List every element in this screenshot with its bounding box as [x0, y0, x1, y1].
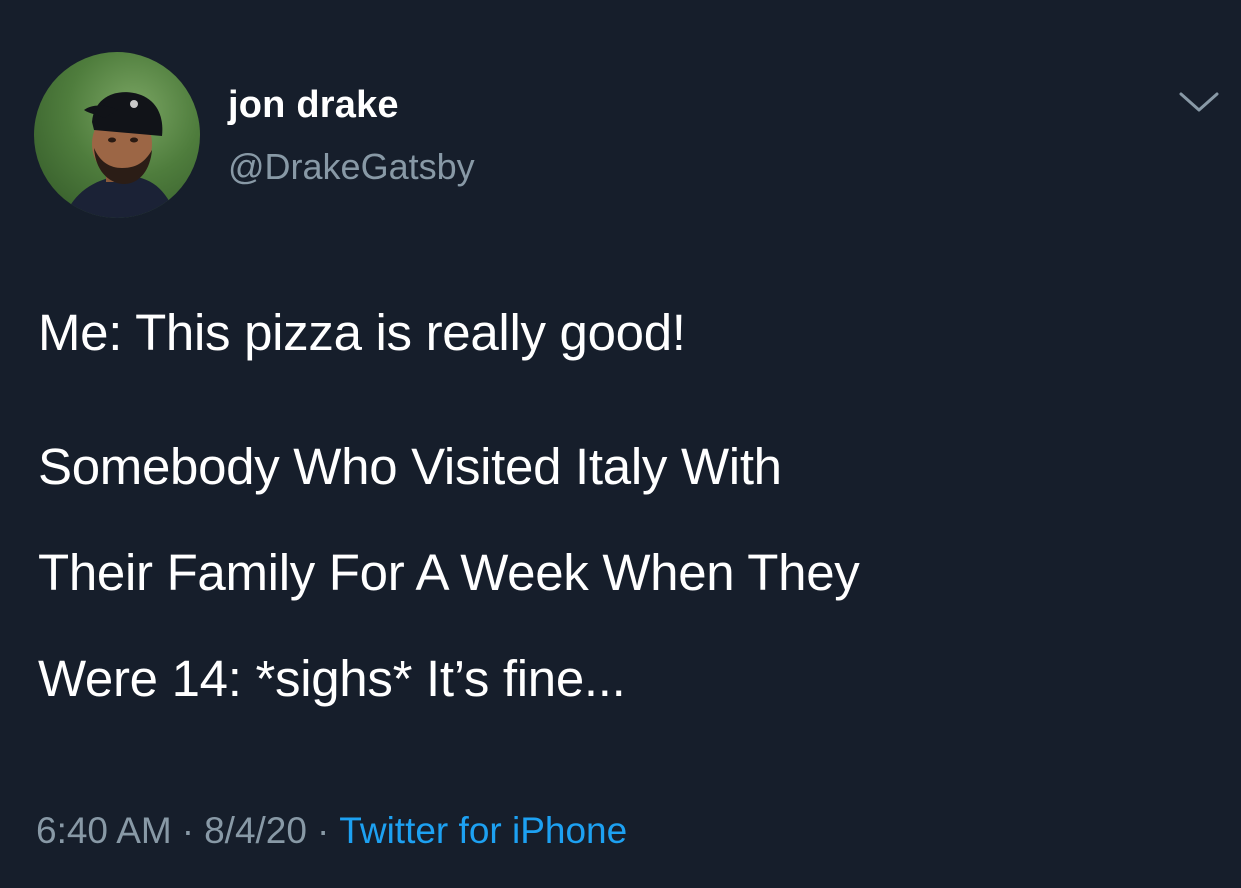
tweet-text-line: Their Family For A Week When They	[38, 544, 860, 601]
meta-separator: ·	[181, 810, 195, 851]
tweet-card: jon drake @DrakeGatsby Me: This pizza is…	[0, 0, 1241, 888]
tweet-text-line: Me: This pizza is really good!	[38, 304, 686, 361]
tweet-text-line: Somebody Who Visited Italy With	[38, 438, 782, 495]
avatar-photo-icon	[64, 92, 176, 218]
tweet-time[interactable]: 6:40 AM	[36, 810, 172, 851]
tweet-metadata: 6:40 AM · 8/4/20 · Twitter for iPhone	[36, 810, 627, 852]
chevron-down-icon[interactable]	[1178, 90, 1220, 114]
meta-separator: ·	[316, 810, 330, 851]
tweet-date[interactable]: 8/4/20	[204, 810, 307, 851]
author-display-name[interactable]: jon drake	[228, 84, 399, 127]
tweet-source-link[interactable]: Twitter for iPhone	[339, 810, 627, 851]
tweet-text-line: Were 14: *sighs* It’s fine...	[38, 650, 626, 707]
author-handle[interactable]: @DrakeGatsby	[228, 146, 475, 188]
author-avatar[interactable]	[34, 52, 200, 218]
